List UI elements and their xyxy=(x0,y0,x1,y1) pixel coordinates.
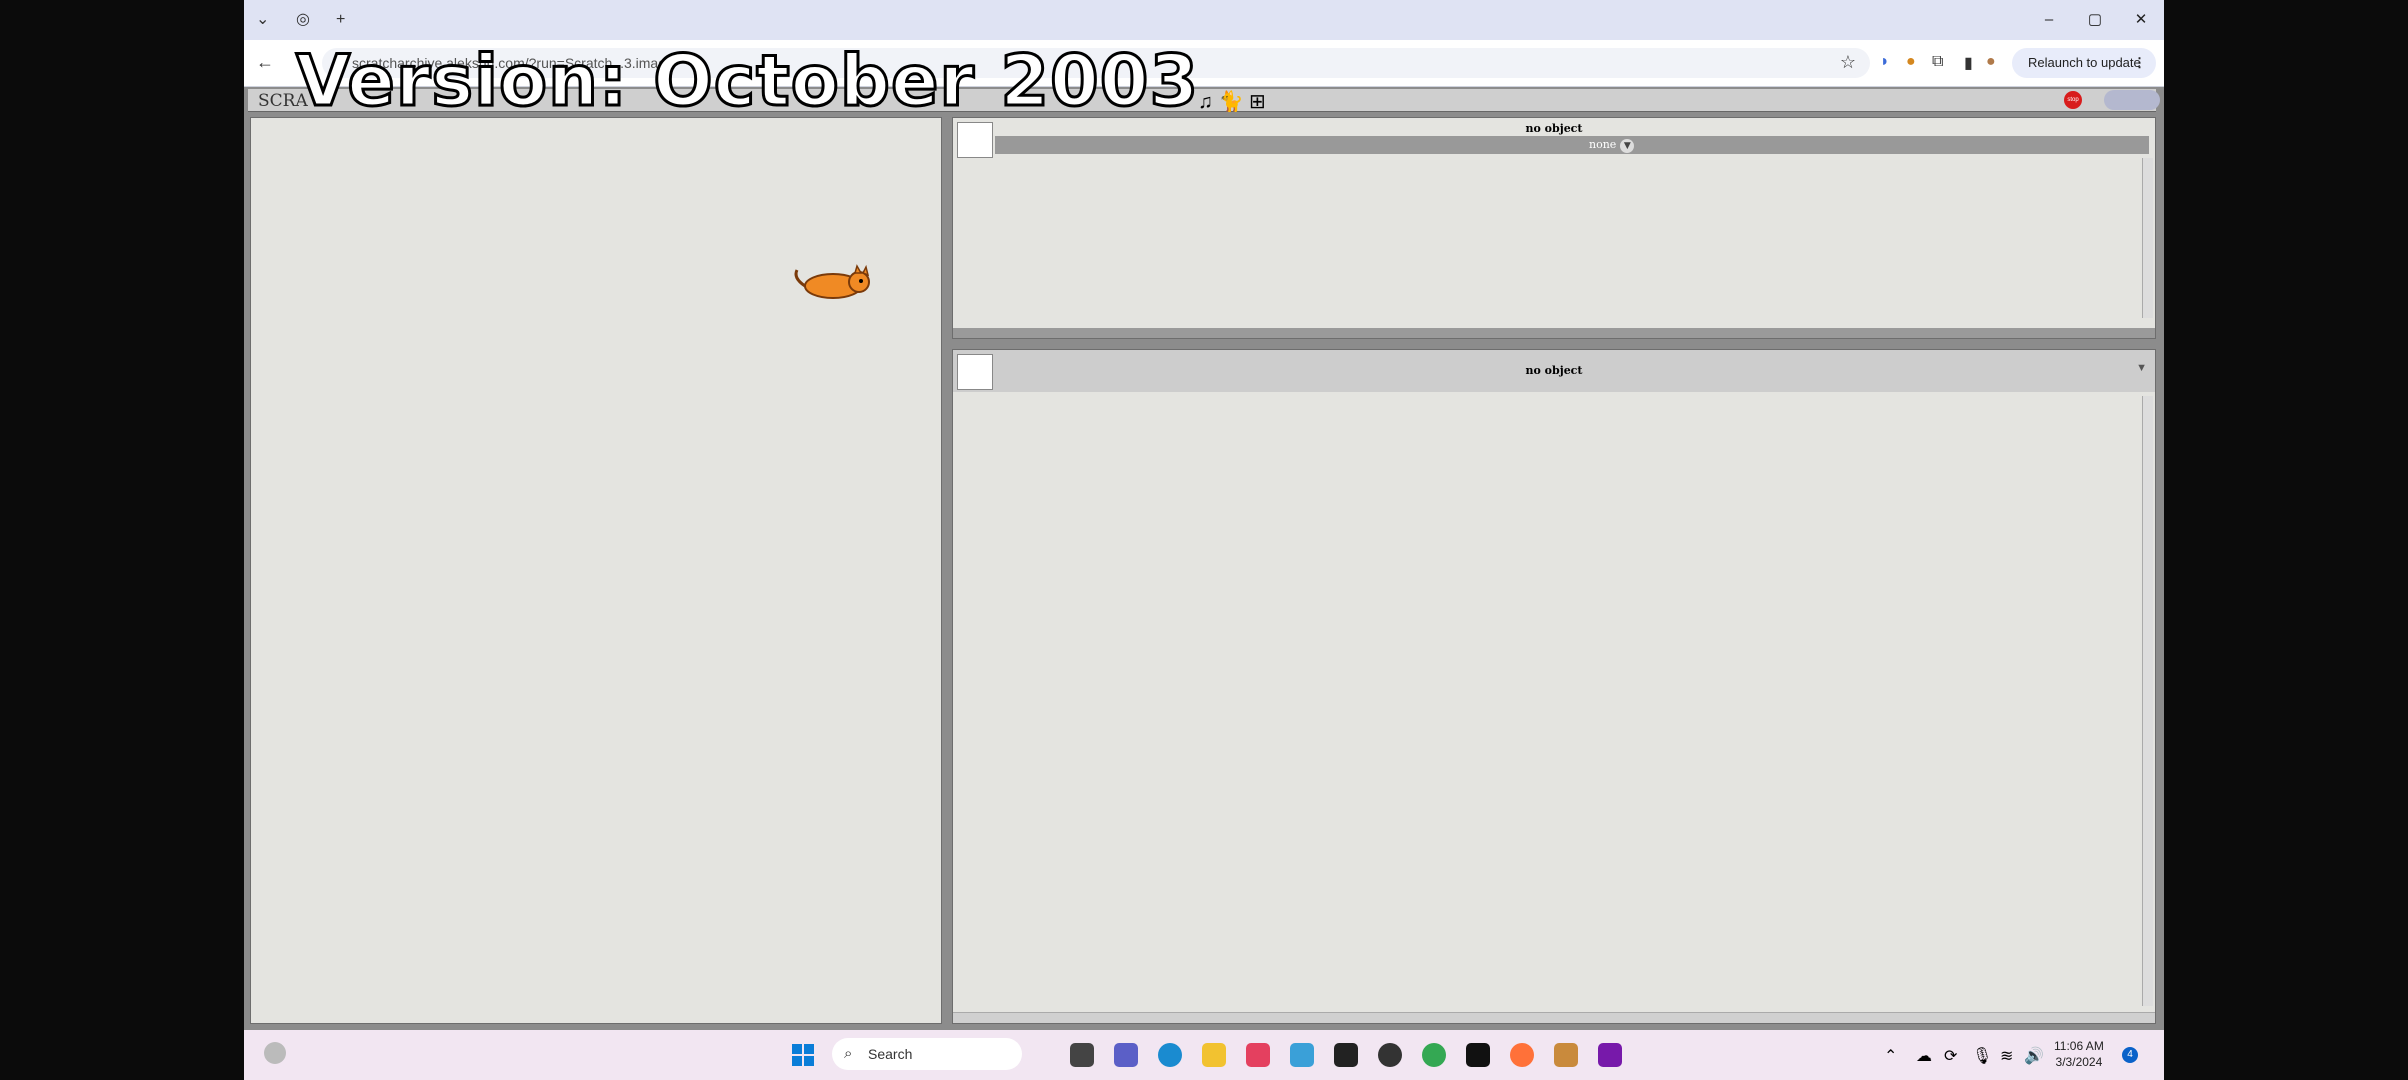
search-label: Search xyxy=(868,1046,913,1062)
chrome-icon[interactable] xyxy=(1422,1043,1446,1067)
cloud-icon[interactable]: ☁ xyxy=(1916,1046,1932,1066)
object-info-pane: no object none ▼ xyxy=(952,117,2156,339)
edge-icon[interactable] xyxy=(1158,1043,1182,1067)
wifi-icon[interactable]: ≋ xyxy=(2000,1046,2013,1066)
window-controls: – ▢ ✕ xyxy=(2026,0,2164,40)
teams-icon[interactable] xyxy=(1114,1043,1138,1067)
tab-search-chevron-icon[interactable]: ⌄ xyxy=(256,0,269,40)
vertical-scrollbar[interactable] xyxy=(2142,396,2153,1006)
more-menu-icon: ⋮ xyxy=(2133,55,2146,70)
script-pane-header: no object ▼ xyxy=(953,350,2155,392)
screen: ⌄ ◎ + – ▢ ✕ ← ⚙ scratcharchive.aleksuh.c… xyxy=(244,0,2164,1080)
notification-badge[interactable]: 4 xyxy=(2122,1047,2138,1063)
cat-icon[interactable]: 🐈 xyxy=(1219,91,1244,113)
music-note-icon[interactable]: ♫ xyxy=(1198,91,1213,113)
store-icon[interactable] xyxy=(1290,1043,1314,1067)
vertical-scrollbar[interactable] xyxy=(2142,158,2153,318)
relaunch-to-update-button[interactable]: Relaunch to update ⋮ xyxy=(2012,48,2156,78)
file-explorer-icon[interactable] xyxy=(1202,1043,1226,1067)
object-dropdown-bar[interactable]: none ▼ xyxy=(995,136,2149,154)
clock-time: 11:06 AM xyxy=(2054,1039,2104,1053)
close-button[interactable]: ✕ xyxy=(2118,0,2164,40)
stop-button[interactable]: stop xyxy=(2064,91,2082,109)
bookmark-star-icon[interactable]: ☆ xyxy=(1840,52,1856,73)
active-tab[interactable]: ◎ xyxy=(296,0,310,40)
tab-strip: ⌄ ◎ + – ▢ ✕ xyxy=(244,0,2164,40)
volume-icon[interactable]: 🔊 xyxy=(2024,1046,2044,1066)
microphone-icon[interactable]: 🎙 xyxy=(1972,1046,1992,1066)
sync-icon[interactable]: ⟳ xyxy=(1944,1046,1957,1066)
firefox-icon[interactable] xyxy=(1510,1043,1534,1067)
scratch-cat-icon[interactable] xyxy=(1554,1043,1578,1067)
object-title: no object xyxy=(1525,122,1583,135)
scratch-app: SCRA ♫ 🐈 ⊞ stop no object none ▼ no obje… xyxy=(244,87,2164,1030)
instagram-icon[interactable] xyxy=(1246,1043,1270,1067)
task-view-icon[interactable] xyxy=(1070,1043,1094,1067)
stage[interactable] xyxy=(250,117,942,1024)
new-tab-button[interactable]: + xyxy=(336,0,345,40)
onenote-icon[interactable] xyxy=(1598,1043,1622,1067)
side-panel-icon[interactable]: ▮ xyxy=(1964,53,1973,73)
chevron-down-icon[interactable]: ▼ xyxy=(1620,139,1635,153)
back-arrow-icon[interactable]: ← xyxy=(256,52,274,73)
profile-avatar[interactable]: ● xyxy=(1986,53,1996,71)
window-knob[interactable] xyxy=(2104,90,2160,110)
dropdown-value: none xyxy=(1589,138,1617,151)
sticky-notes-icon[interactable] xyxy=(1334,1043,1358,1067)
script-pane: no object ▼ xyxy=(952,349,2156,1024)
extension-badge-icon[interactable]: ● xyxy=(1906,53,1916,71)
maximize-button[interactable]: ▢ xyxy=(2072,0,2118,40)
chevron-up-icon[interactable]: ⌃ xyxy=(1884,1046,1897,1066)
widgets-icon[interactable] xyxy=(264,1042,286,1064)
globe-icon: ◎ xyxy=(296,11,310,28)
left-letterbox xyxy=(0,0,244,1080)
version-caption: Version: October 2003 xyxy=(294,39,1200,124)
script-pane-title: no object xyxy=(1525,364,1583,377)
system-clock[interactable]: 11:06 AM 3/3/2024 xyxy=(2054,1038,2104,1070)
chevron-down-icon[interactable]: ▼ xyxy=(2136,362,2147,374)
taskbar-search[interactable]: ⌕ Search xyxy=(832,1038,1022,1070)
horizontal-scrollbar[interactable] xyxy=(953,328,2155,338)
extensions-puzzle-icon[interactable]: ⧉ xyxy=(1932,53,1943,71)
read-aloud-icon[interactable]: ◗ xyxy=(1880,53,1890,71)
stage-icon[interactable]: ⊞ xyxy=(1249,91,1266,113)
cat-sprite[interactable] xyxy=(791,264,873,304)
media-app-icon[interactable] xyxy=(1378,1043,1402,1067)
taskbar: ⌕ Search ⌃ ☁ ⟳ 🎙 ≋ 🔊 11:06 AM 3/3/2024 4 xyxy=(244,1030,2164,1080)
right-letterbox xyxy=(2164,0,2408,1080)
object-dropdown[interactable]: none ▼ xyxy=(1589,138,1635,153)
horizontal-scrollbar[interactable] xyxy=(953,1012,2155,1023)
toolbar-sprite-icons: ♫ 🐈 ⊞ xyxy=(1198,89,1266,114)
capcut-icon[interactable] xyxy=(1466,1043,1490,1067)
search-icon: ⌕ xyxy=(844,1045,853,1062)
start-button[interactable] xyxy=(792,1044,814,1066)
minimize-button[interactable]: – xyxy=(2026,0,2072,40)
clock-date: 3/3/2024 xyxy=(2055,1055,2103,1069)
